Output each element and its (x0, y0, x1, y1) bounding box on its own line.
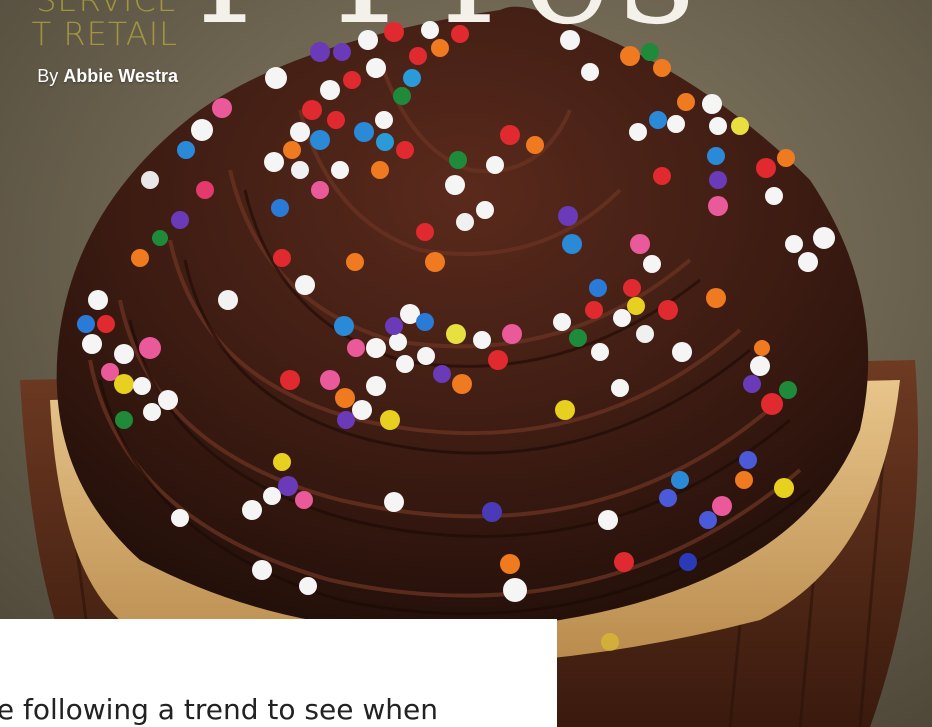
kicker-line-2: T RETAIL (31, 15, 178, 53)
article-body-text: re following a trend to see when (0, 693, 438, 726)
byline-prefix: By (37, 66, 59, 86)
article-body-card: re following a trend to see when (0, 619, 557, 727)
headline: r Pres (198, 0, 704, 46)
byline: By Abbie Westra (37, 66, 178, 87)
hero-photo (0, 0, 932, 727)
section-kicker: SERVICE T RETAIL (32, 0, 178, 50)
kicker-line-1: SERVICE (36, 0, 178, 19)
author-name[interactable]: Abbie Westra (63, 66, 178, 86)
